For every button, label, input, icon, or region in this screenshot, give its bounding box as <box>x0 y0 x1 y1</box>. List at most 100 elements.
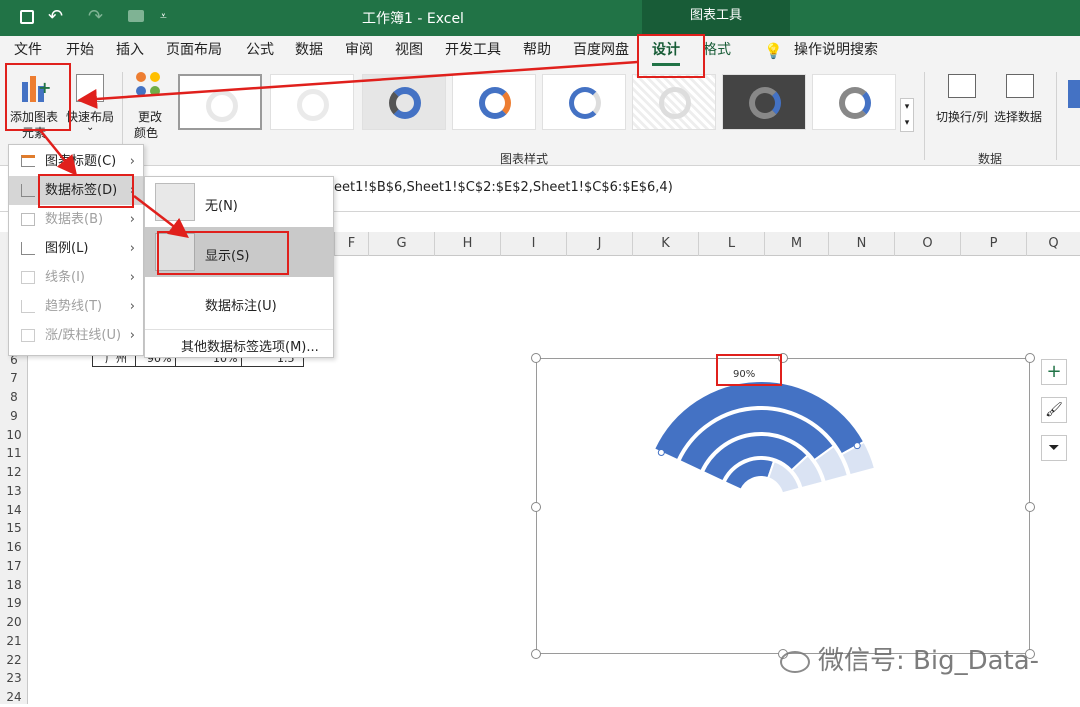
series-selection-point[interactable] <box>657 449 665 457</box>
save-icon[interactable] <box>20 10 34 24</box>
row-header[interactable]: 16 <box>0 538 28 557</box>
row-header[interactable]: 19 <box>0 594 28 613</box>
row-header[interactable]: 22 <box>0 651 28 670</box>
show-labels-icon <box>155 233 195 271</box>
tab-design[interactable]: 设计 <box>652 36 680 66</box>
tab-home[interactable]: 开始 <box>66 36 94 68</box>
tab-help[interactable]: 帮助 <box>523 36 551 68</box>
up-down-bars-icon <box>21 329 35 342</box>
col-header[interactable]: K <box>632 232 698 256</box>
series-selection-point[interactable] <box>853 442 861 450</box>
tab-format[interactable]: 格式 <box>703 36 731 68</box>
quick-layout-button[interactable]: 快速布局 ⌄ <box>64 68 120 140</box>
wechat-icon <box>780 650 810 673</box>
change-colors-label2: 颜色 <box>134 126 159 140</box>
menu-item-legend[interactable]: 图例(L) › <box>9 234 143 263</box>
row-header[interactable]: 10 <box>0 426 28 445</box>
undo-icon[interactable]: ↶ <box>48 6 63 27</box>
add-chart-element-button[interactable]: + 添加图表 元素 <box>6 68 64 140</box>
tab-data[interactable]: 数据 <box>295 36 323 68</box>
col-header[interactable]: N <box>828 232 894 256</box>
tab-developer[interactable]: 开发工具 <box>445 36 501 68</box>
data-label-90[interactable]: 90% <box>733 369 755 380</box>
menu-item-show[interactable]: 显示(S) <box>145 227 333 277</box>
ribbon-tabs: 文件 开始 插入 页面布局 公式 数据 审阅 视图 开发工具 帮助 百度网盘 设… <box>0 36 1080 68</box>
switch-row-col-icon <box>948 74 976 98</box>
change-chart-type-icon[interactable] <box>1068 80 1080 108</box>
tab-baidu[interactable]: 百度网盘 <box>573 36 629 68</box>
col-header[interactable]: L <box>698 232 764 256</box>
row-header[interactable]: 13 <box>0 482 28 501</box>
menu-item-trendline: 趋势线(T) › <box>9 292 143 321</box>
data-labels-icon <box>21 184 35 197</box>
menu-item-callout[interactable]: 数据标注(U) <box>145 277 333 327</box>
title-bar: ↶ ↷ ⩡ 工作簿1 - Excel <box>0 0 1080 36</box>
styles-scroll[interactable]: ▾ ▾ <box>900 98 914 132</box>
tab-view[interactable]: 视图 <box>395 36 423 68</box>
chart-style-6[interactable] <box>632 74 716 130</box>
chart-style-1[interactable] <box>178 74 262 130</box>
row-header[interactable]: 7 <box>0 369 28 388</box>
lightbulb-icon: 💡 <box>764 42 783 60</box>
resize-handle[interactable] <box>778 353 788 363</box>
menu-item-data-labels[interactable]: 数据标签(D) › <box>9 176 143 205</box>
row-header[interactable]: 23 <box>0 669 28 688</box>
col-header[interactable]: M <box>764 232 828 256</box>
chart-style-2[interactable] <box>270 74 354 130</box>
chart-tools-label: 图表工具 <box>642 0 790 36</box>
change-colors-button[interactable]: 更改 颜色 <box>128 68 172 140</box>
row-header[interactable]: 21 <box>0 632 28 651</box>
resize-handle[interactable] <box>531 649 541 659</box>
chart-filter-icon[interactable]: ⏷ <box>1041 435 1067 461</box>
chart-style-8[interactable] <box>812 74 896 130</box>
chart-area[interactable]: 90% <box>536 358 1030 654</box>
chart-style-3[interactable] <box>362 74 446 130</box>
switch-row-col-button[interactable]: 切换行/列 <box>934 68 992 140</box>
tab-file[interactable]: 文件 <box>14 36 42 68</box>
tab-page-layout[interactable]: 页面布局 <box>166 36 222 68</box>
col-header[interactable]: I <box>500 232 566 256</box>
palette-icon <box>136 72 166 102</box>
chart-style-4[interactable] <box>452 74 536 130</box>
resize-handle[interactable] <box>1025 502 1035 512</box>
tell-me-search[interactable]: 操作说明搜索 <box>794 36 878 68</box>
row-header[interactable]: 11 <box>0 444 28 463</box>
chart-style-7[interactable] <box>722 74 806 130</box>
select-data-button[interactable]: 选择数据 <box>994 68 1048 140</box>
menu-item-data-table: 数据表(B) › <box>9 205 143 234</box>
menu-item-show-label: 显示(S) <box>205 249 250 264</box>
tab-formulas[interactable]: 公式 <box>246 36 274 68</box>
chart-elements-plus-icon[interactable]: + <box>1041 359 1067 385</box>
col-header[interactable]: F <box>334 232 368 256</box>
row-header[interactable]: 18 <box>0 576 28 595</box>
menu-item-chart-title[interactable]: 图表标题(C) › <box>9 147 143 176</box>
row-header[interactable]: 12 <box>0 463 28 482</box>
row-header[interactable]: 14 <box>0 501 28 520</box>
resize-handle[interactable] <box>531 353 541 363</box>
row-header[interactable]: 20 <box>0 613 28 632</box>
resize-handle[interactable] <box>1025 353 1035 363</box>
row-header[interactable]: 15 <box>0 519 28 538</box>
watermark: 微信号: Big_Data- <box>780 640 1039 677</box>
chart-styles-brush-icon[interactable]: 🖌 <box>1041 397 1067 423</box>
row-header[interactable]: 8 <box>0 388 28 407</box>
resize-handle[interactable] <box>531 502 541 512</box>
col-header[interactable]: J <box>566 232 632 256</box>
menu-item-up-down-bars: 涨/跌柱线(U) › <box>9 321 143 350</box>
col-header[interactable]: G <box>368 232 434 256</box>
tab-insert[interactable]: 插入 <box>116 36 144 68</box>
row-header[interactable]: 24 <box>0 688 28 707</box>
customize-qat-icon[interactable]: ⩡ <box>160 9 167 24</box>
row-header[interactable]: 9 <box>0 407 28 426</box>
menu-item-none[interactable]: 无(N) <box>145 177 333 227</box>
col-header[interactable]: Q <box>1026 232 1080 256</box>
tab-review[interactable]: 审阅 <box>345 36 373 68</box>
row-header[interactable]: 17 <box>0 557 28 576</box>
menu-item-more-options[interactable]: 其他数据标签选项(M)... <box>145 329 333 357</box>
col-header[interactable]: O <box>894 232 960 256</box>
camera-icon[interactable] <box>128 10 144 22</box>
formula-text: eet1!$B$6,Sheet1!$C$2:$E$2,Sheet1!$C$6:$… <box>334 180 673 195</box>
col-header[interactable]: H <box>434 232 500 256</box>
chart-style-5[interactable] <box>542 74 626 130</box>
col-header[interactable]: P <box>960 232 1026 256</box>
